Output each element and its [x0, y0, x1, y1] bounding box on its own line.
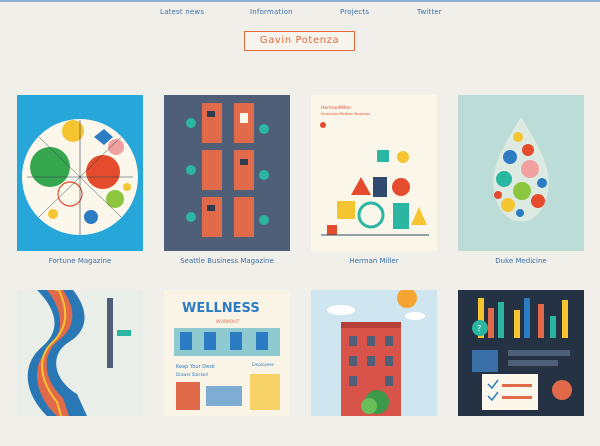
project-card-wellness[interactable]: WELLNESS WORKOUT Keep Your Desk Drawer S… [164, 290, 290, 446]
project-card-building[interactable] [311, 290, 437, 446]
main-nav: Latest news Information Projects Twitter [0, 8, 600, 20]
project-card-dark-data[interactable]: ? [458, 290, 584, 446]
nav-twitter[interactable]: Twitter [417, 8, 442, 16]
seattle-illustration [164, 95, 290, 251]
caption-duke[interactable]: Duke Medicine [446, 257, 596, 265]
caption-fortune[interactable]: Fortune Magazine [5, 257, 155, 265]
nav-latest-news[interactable]: Latest news [160, 8, 204, 16]
workout-label: WORKOUT [216, 319, 240, 325]
project-card-road[interactable] [17, 290, 143, 446]
nav-information[interactable]: Information [250, 8, 293, 16]
road-illustration [17, 290, 143, 416]
wellness-title: WELLNESS [182, 301, 260, 316]
herman-cover-title: HermanMiller [321, 105, 351, 111]
herman-cover-subtitle: Small and Medium Business [321, 112, 370, 116]
fortune-illustration [17, 95, 143, 251]
top-border-line [0, 0, 600, 2]
svg-text:?: ? [477, 324, 481, 333]
nav-projects[interactable]: Projects [340, 8, 369, 16]
caption-herman-miller[interactable]: Herman Miller [299, 257, 449, 265]
employees-heading: Employees [252, 362, 274, 367]
dark-data-illustration: ? [458, 290, 584, 416]
project-card-seattle[interactable] [164, 95, 290, 251]
site-logo[interactable]: Gavin Potenza [244, 31, 355, 51]
project-card-herman-miller[interactable]: HermanMiller Small and Medium Business [311, 95, 437, 251]
project-card-duke[interactable] [458, 95, 584, 251]
building-illustration [311, 290, 437, 416]
herman-miller-illustration: HermanMiller Small and Medium Business [311, 95, 437, 251]
drawer-heading: Drawer Stocked [176, 372, 208, 377]
duke-illustration [458, 95, 584, 251]
wellness-illustration: WELLNESS WORKOUT Keep Your Desk Drawer S… [164, 290, 290, 416]
caption-seattle[interactable]: Seattle Business Magazine [152, 257, 302, 265]
project-card-fortune[interactable] [17, 95, 143, 251]
desk-heading: Keep Your Desk [176, 364, 215, 370]
